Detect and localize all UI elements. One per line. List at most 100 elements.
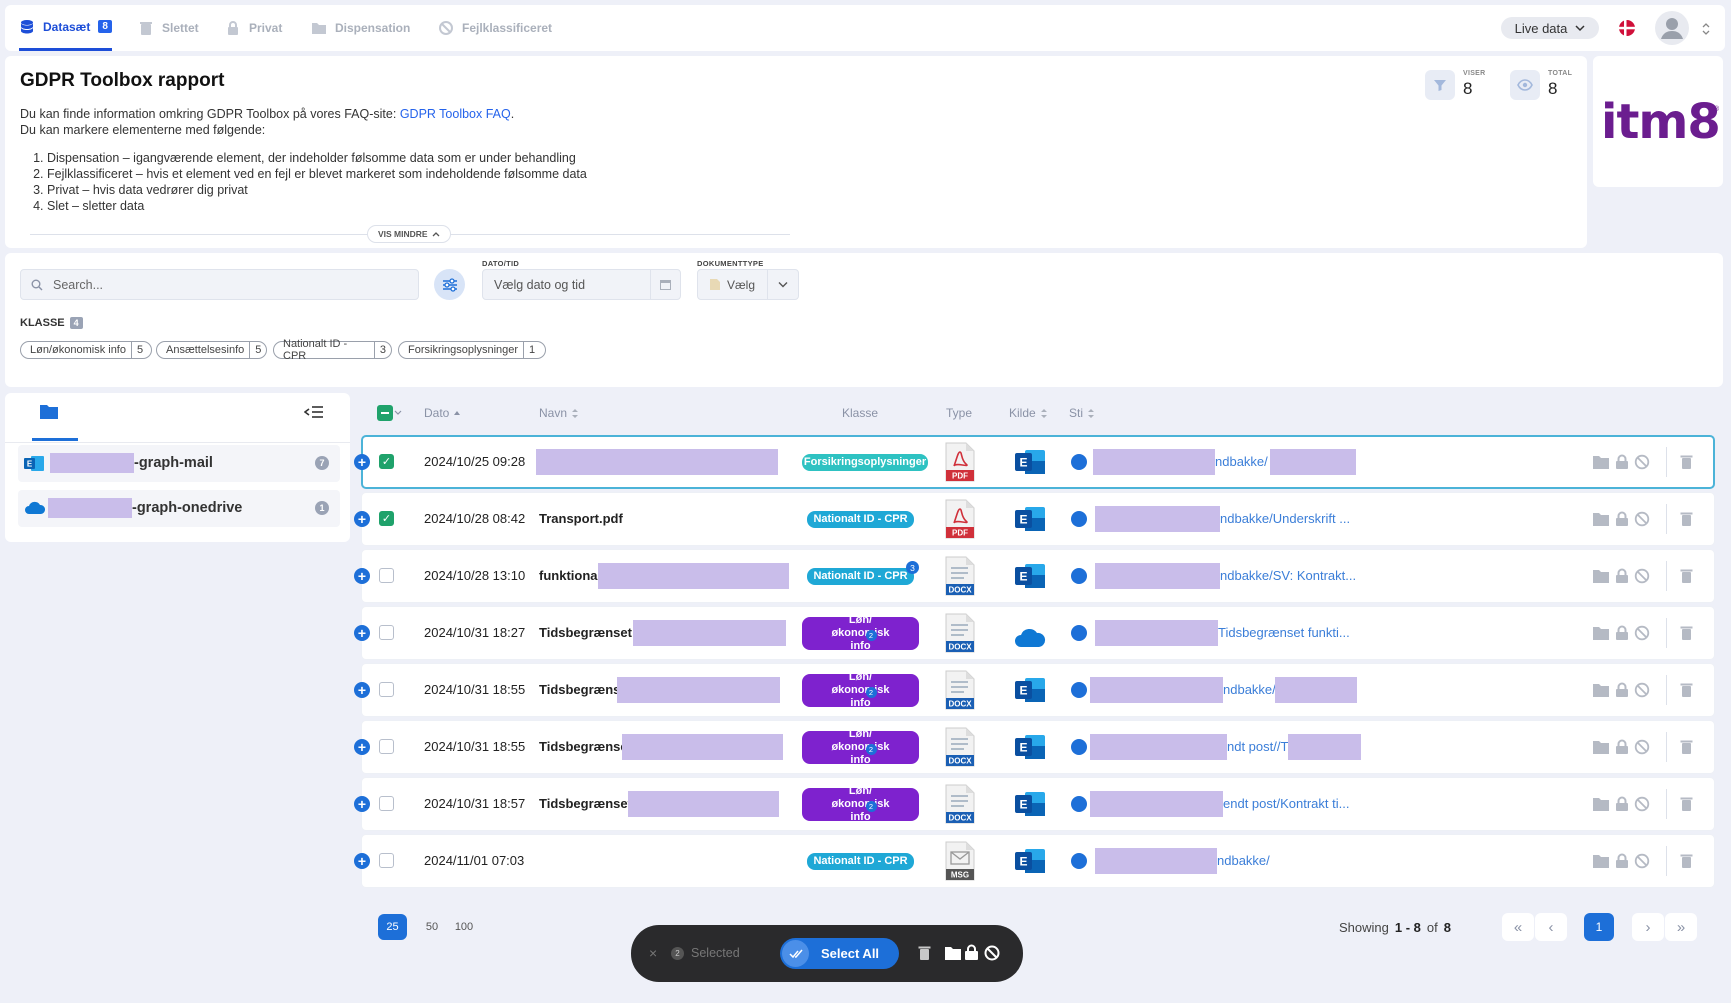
row-filename[interactable]: Tidsbegrænset (539, 625, 632, 640)
page-size-25[interactable]: 25 (378, 914, 407, 940)
column-header-sti[interactable]: Sti (1069, 406, 1095, 420)
lock-icon[interactable] (1615, 511, 1629, 527)
prev-page-button[interactable]: ‹ (1535, 913, 1567, 941)
copy-path-icon[interactable] (1071, 796, 1087, 812)
row-checkbox[interactable] (379, 853, 394, 868)
ban-icon[interactable] (1634, 796, 1650, 812)
search-field[interactable]: Search... (20, 269, 419, 300)
row-filename[interactable]: funktiona (539, 568, 598, 583)
trash-icon[interactable] (1680, 796, 1693, 812)
dispensation-folder-icon[interactable] (1592, 569, 1610, 584)
copy-path-icon[interactable] (1071, 739, 1087, 755)
doctype-select[interactable]: Vælg (697, 269, 799, 300)
klasse-chip[interactable]: Ansættelsesinfo 5 (156, 341, 267, 359)
row-path-link[interactable]: ndt post//T (1227, 739, 1288, 754)
row-checkbox[interactable] (379, 568, 394, 583)
lock-icon[interactable] (1615, 682, 1629, 698)
trash-icon[interactable] (1680, 625, 1693, 641)
lock-icon[interactable] (1615, 568, 1629, 584)
copy-path-icon[interactable] (1071, 853, 1087, 869)
user-avatar[interactable] (1655, 11, 1689, 45)
sidebar-item-graph-onedrive[interactable]: -graph-onedrive 1 (18, 490, 340, 527)
expand-row-button[interactable]: + (354, 511, 370, 527)
trash-icon[interactable] (1680, 454, 1693, 470)
lock-icon[interactable] (964, 944, 979, 961)
dispensation-folder-icon[interactable] (1592, 683, 1610, 698)
copy-path-icon[interactable] (1071, 511, 1087, 527)
expand-row-button[interactable]: + (354, 739, 370, 755)
last-page-button[interactable]: » (1665, 913, 1697, 941)
danish-flag-icon[interactable] (1618, 19, 1636, 37)
close-icon[interactable]: × (649, 945, 657, 961)
lock-icon[interactable] (1615, 796, 1629, 812)
expand-row-button[interactable]: + (354, 625, 370, 641)
ban-icon[interactable] (1634, 739, 1650, 755)
first-page-button[interactable]: « (1502, 913, 1534, 941)
expand-row-button[interactable]: + (354, 682, 370, 698)
sidebar-item-graph-mail[interactable]: E -graph-mail 7 (18, 445, 340, 482)
copy-path-icon[interactable] (1071, 568, 1087, 584)
trash-icon[interactable] (918, 945, 931, 961)
advanced-filter-button[interactable] (434, 269, 465, 300)
vis-mindre-toggle[interactable]: VIS MINDRE (367, 225, 451, 243)
tab-dispensation[interactable]: Dispensation (311, 5, 410, 51)
lock-icon[interactable] (1615, 625, 1629, 641)
row-checkbox[interactable] (379, 739, 394, 754)
dispensation-folder-icon[interactable] (1592, 740, 1610, 755)
row-path-link[interactable]: endt post/Kontrakt ti... (1223, 796, 1349, 811)
select-all-button[interactable]: Select All (780, 938, 899, 969)
live-data-dropdown[interactable]: Live data (1501, 17, 1599, 39)
column-header-navn[interactable]: Navn (539, 406, 579, 420)
expand-row-button[interactable]: + (354, 853, 370, 869)
row-path-link[interactable]: ndbakke/Underskrift ... (1220, 511, 1350, 526)
row-filename[interactable]: Transport.pdf (539, 511, 623, 526)
copy-path-icon[interactable] (1071, 454, 1087, 470)
row-path-link[interactable]: ndbakke/SV: Kontrakt... (1220, 568, 1356, 583)
dispensation-folder-icon[interactable] (1592, 854, 1610, 869)
ban-icon[interactable] (1634, 511, 1650, 527)
folder-icon[interactable] (39, 403, 59, 420)
chevron-updown-icon[interactable] (1701, 21, 1711, 37)
row-checkbox[interactable] (379, 625, 394, 640)
expand-row-button[interactable]: + (354, 568, 370, 584)
klasse-chip[interactable]: Nationalt ID - CPR 3 (273, 338, 392, 362)
column-header-dato[interactable]: Dato (424, 406, 461, 420)
expand-row-button[interactable]: + (354, 454, 370, 470)
klasse-chip[interactable]: Løn/økonomisk info 5 (20, 341, 152, 359)
column-header-kilde[interactable]: Kilde (1009, 406, 1048, 420)
trash-icon[interactable] (1680, 682, 1693, 698)
ban-icon[interactable] (1634, 454, 1650, 470)
row-checkbox[interactable]: ✓ (379, 511, 394, 526)
trash-icon[interactable] (1680, 568, 1693, 584)
row-checkbox[interactable] (379, 682, 394, 697)
trash-icon[interactable] (1680, 739, 1693, 755)
lock-icon[interactable] (1615, 739, 1629, 755)
tab-privat[interactable]: Privat (225, 5, 282, 51)
ban-icon[interactable] (984, 945, 1000, 961)
trash-icon[interactable] (1680, 511, 1693, 527)
collapse-sidebar-icon[interactable] (304, 405, 324, 419)
dispensation-folder-icon[interactable] (1592, 626, 1610, 641)
row-filename[interactable]: Tidsbegrænset (539, 796, 632, 811)
ban-icon[interactable] (1634, 568, 1650, 584)
row-filename[interactable]: Tidsbegræns (539, 682, 620, 697)
row-checkbox[interactable] (379, 796, 394, 811)
page-size-50[interactable]: 50 (420, 914, 444, 940)
lock-icon[interactable] (1615, 853, 1629, 869)
next-page-button[interactable]: › (1632, 913, 1664, 941)
faq-link[interactable]: GDPR Toolbox FAQ (400, 107, 511, 121)
tab-fejlklassificeret[interactable]: Fejlklassificeret (438, 5, 552, 51)
page-size-100[interactable]: 100 (450, 914, 478, 940)
ban-icon[interactable] (1634, 625, 1650, 641)
page-button-current[interactable]: 1 (1584, 913, 1614, 941)
ban-icon[interactable] (1634, 853, 1650, 869)
lock-icon[interactable] (1615, 454, 1629, 470)
calendar-button[interactable] (650, 270, 680, 299)
date-picker[interactable]: Vælg dato og tid (482, 269, 681, 300)
klasse-chip[interactable]: Forsikringsoplysninger 1 (398, 341, 546, 359)
tab-slettet[interactable]: Slettet (138, 5, 199, 51)
copy-path-icon[interactable] (1071, 682, 1087, 698)
folder-icon[interactable] (944, 946, 962, 961)
dispensation-folder-icon[interactable] (1592, 455, 1610, 470)
dispensation-folder-icon[interactable] (1592, 797, 1610, 812)
